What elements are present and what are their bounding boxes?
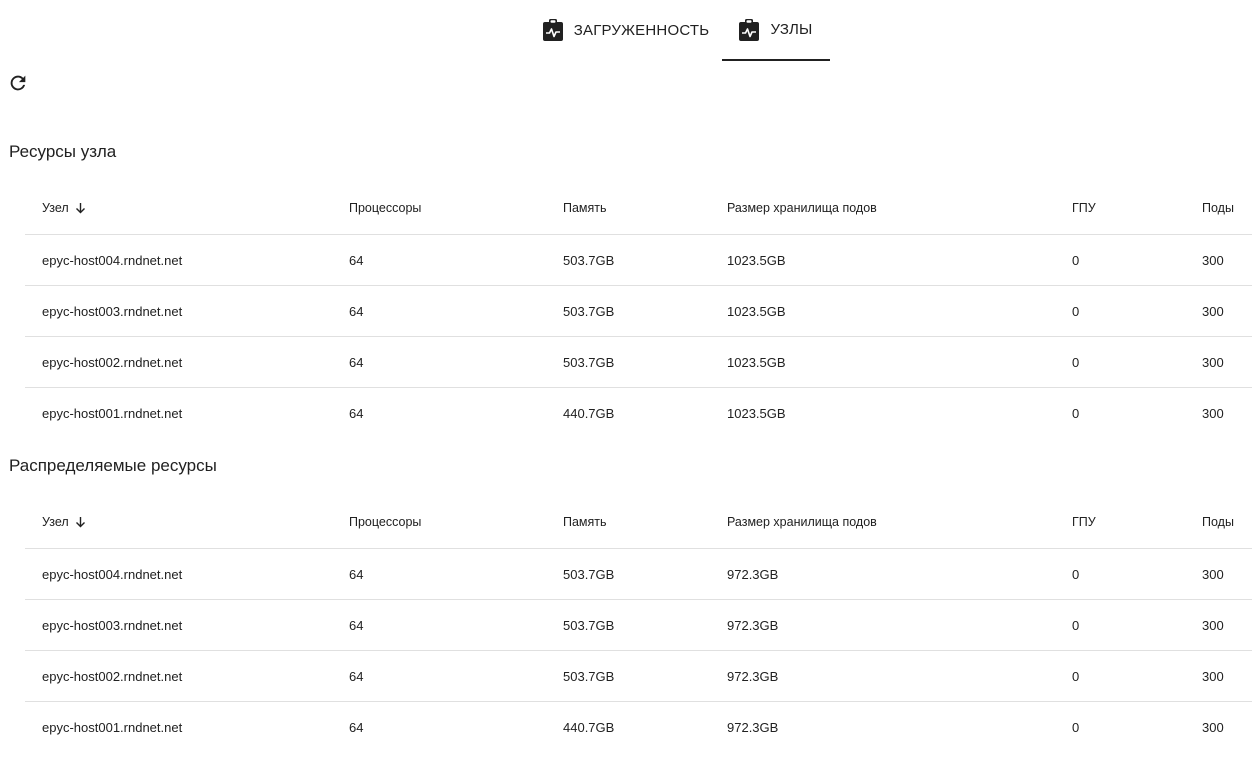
cell-memory: 440.7GB	[563, 719, 615, 735]
cell-memory: 440.7GB	[563, 405, 615, 421]
cell-gpu: 0	[1072, 303, 1080, 319]
cell-gpu: 0	[1072, 354, 1080, 370]
table-row[interactable]: epyc-host004.rndnet.net 64 503.7GB 972.3…	[25, 549, 1252, 600]
cell-pods: 300	[1202, 354, 1224, 370]
table-row[interactable]: epyc-host001.rndnet.net 64 440.7GB 1023.…	[25, 388, 1252, 438]
cell-memory: 503.7GB	[563, 252, 615, 268]
cell-storage: 972.3GB	[727, 566, 779, 582]
cell-storage: 1023.5GB	[727, 303, 786, 319]
cell-pods: 300	[1202, 566, 1224, 582]
refresh-icon	[7, 72, 29, 99]
cell-gpu: 0	[1072, 252, 1080, 268]
column-header-cpu[interactable]: Процессоры	[349, 182, 421, 234]
refresh-button[interactable]	[6, 73, 30, 97]
allocatable-resources-title: Распределяемые ресурсы	[9, 456, 217, 475]
column-header-gpu[interactable]: ГПУ	[1072, 496, 1096, 548]
cell-gpu: 0	[1072, 668, 1080, 684]
cell-storage: 1023.5GB	[727, 354, 786, 370]
cell-cpu: 64	[349, 303, 364, 319]
arrow-down-icon	[75, 516, 86, 528]
cell-node: epyc-host003.rndnet.net	[42, 303, 183, 319]
cell-memory: 503.7GB	[563, 354, 615, 370]
cell-memory: 503.7GB	[563, 668, 615, 684]
cell-storage: 1023.5GB	[727, 252, 786, 268]
tab-nodes[interactable]: УЗЛЫ	[722, 0, 830, 61]
cell-node: epyc-host003.rndnet.net	[42, 617, 183, 633]
tab-bar: ЗАГРУЖЕННОСТЬ УЗЛЫ	[0, 0, 1252, 62]
cell-node: epyc-host004.rndnet.net	[42, 566, 183, 582]
cell-node: epyc-host002.rndnet.net	[42, 668, 183, 684]
cell-pods: 300	[1202, 252, 1224, 268]
column-header-storage[interactable]: Размер хранилища подов	[727, 182, 877, 234]
node-resources-title: Ресурсы узла	[9, 142, 117, 161]
column-header-node[interactable]: Узел	[42, 182, 86, 234]
cell-gpu: 0	[1072, 617, 1080, 633]
cell-pods: 300	[1202, 719, 1224, 735]
cell-pods: 300	[1202, 617, 1224, 633]
cell-gpu: 0	[1072, 405, 1080, 421]
column-header-storage[interactable]: Размер хранилища подов	[727, 496, 877, 548]
tab-nodes-label: УЗЛЫ	[770, 21, 813, 38]
cell-storage: 972.3GB	[727, 617, 779, 633]
table-row[interactable]: epyc-host002.rndnet.net 64 503.7GB 972.3…	[25, 651, 1252, 702]
cell-gpu: 0	[1072, 566, 1080, 582]
column-header-pods[interactable]: Поды	[1202, 182, 1234, 234]
column-header-cpu[interactable]: Процессоры	[349, 496, 421, 548]
cell-memory: 503.7GB	[563, 617, 615, 633]
monitor-clipboard-icon	[739, 18, 760, 41]
column-header-memory[interactable]: Память	[563, 496, 607, 548]
table-row[interactable]: epyc-host002.rndnet.net 64 503.7GB 1023.…	[25, 337, 1252, 388]
cell-cpu: 64	[349, 405, 364, 421]
cell-gpu: 0	[1072, 719, 1080, 735]
monitor-clipboard-icon	[542, 19, 563, 41]
column-header-pods[interactable]: Поды	[1202, 496, 1234, 548]
cell-cpu: 64	[349, 719, 364, 735]
cell-memory: 503.7GB	[563, 566, 615, 582]
cell-pods: 300	[1202, 668, 1224, 684]
node-resources-table: Узел Процессоры Память Размер хранилища …	[25, 182, 1252, 438]
column-header-memory[interactable]: Память	[563, 182, 607, 234]
cell-cpu: 64	[349, 252, 364, 268]
arrow-down-icon	[75, 202, 86, 214]
cell-storage: 972.3GB	[727, 668, 779, 684]
allocatable-resources-table: Узел Процессоры Память Размер хранилища …	[25, 496, 1252, 752]
table-row[interactable]: epyc-host003.rndnet.net 64 503.7GB 1023.…	[25, 286, 1252, 337]
cell-cpu: 64	[349, 566, 364, 582]
cell-storage: 1023.5GB	[727, 405, 786, 421]
cell-node: epyc-host002.rndnet.net	[42, 354, 183, 370]
cell-cpu: 64	[349, 617, 364, 633]
table-row[interactable]: epyc-host001.rndnet.net 64 440.7GB 972.3…	[25, 702, 1252, 752]
cell-node: epyc-host004.rndnet.net	[42, 252, 183, 268]
column-header-gpu[interactable]: ГПУ	[1072, 182, 1096, 234]
cell-pods: 300	[1202, 405, 1224, 421]
table-row[interactable]: epyc-host004.rndnet.net 64 503.7GB 1023.…	[25, 235, 1252, 286]
column-header-node[interactable]: Узел	[42, 496, 86, 548]
cell-memory: 503.7GB	[563, 303, 615, 319]
table-row[interactable]: epyc-host003.rndnet.net 64 503.7GB 972.3…	[25, 600, 1252, 651]
cell-pods: 300	[1202, 303, 1224, 319]
tab-load-label: ЗАГРУЖЕННОСТЬ	[573, 21, 710, 39]
cell-cpu: 64	[349, 668, 364, 684]
table-header-row: Узел Процессоры Память Размер хранилища …	[25, 496, 1252, 549]
table-header-row: Узел Процессоры Память Размер хранилища …	[25, 182, 1252, 235]
tab-load[interactable]: ЗАГРУЖЕННОСТЬ	[532, 0, 720, 60]
cell-node: epyc-host001.rndnet.net	[42, 719, 183, 735]
cell-node: epyc-host001.rndnet.net	[42, 405, 183, 421]
cell-storage: 972.3GB	[727, 719, 779, 735]
cell-cpu: 64	[349, 354, 364, 370]
